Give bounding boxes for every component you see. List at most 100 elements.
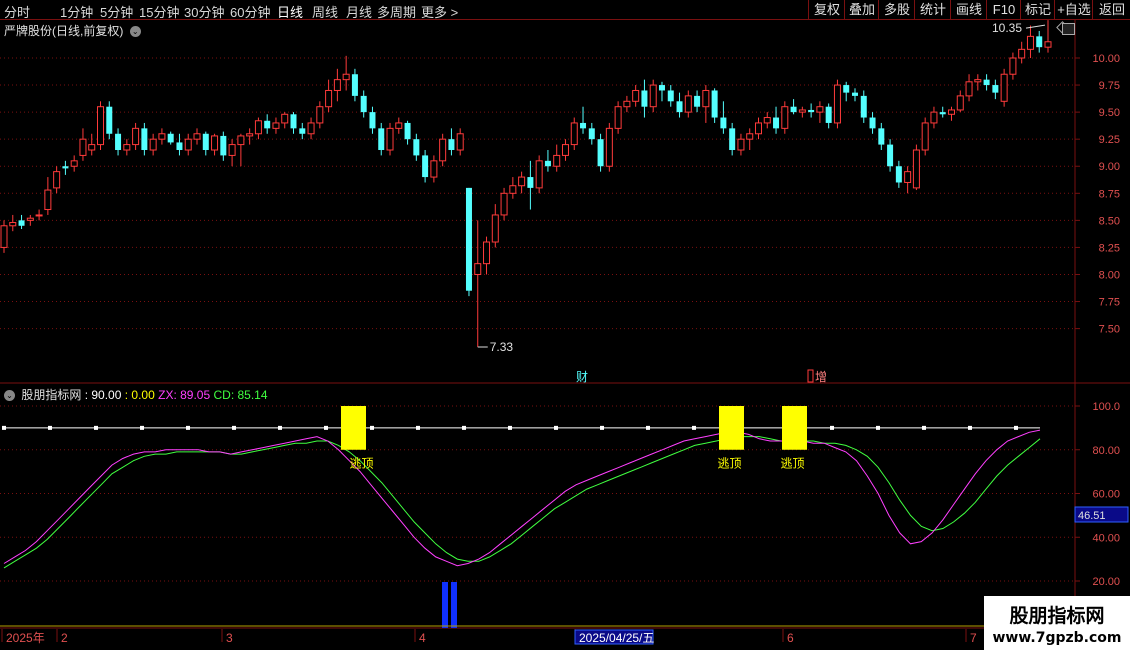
candle bbox=[456, 128, 464, 156]
candle bbox=[1000, 68, 1008, 107]
level-90-dot bbox=[830, 425, 834, 430]
bottom-signal-bar bbox=[451, 582, 457, 628]
candle bbox=[202, 131, 209, 156]
candle bbox=[62, 160, 69, 175]
level-90-dot bbox=[554, 425, 558, 430]
escape-top-label: 逃顶 bbox=[717, 456, 741, 470]
candle bbox=[887, 139, 894, 172]
period-tab[interactable]: 日线 bbox=[277, 2, 303, 21]
candle bbox=[307, 117, 315, 140]
period-toolbar: 分时 1分钟 5分钟 15分钟 30分钟 60分钟 日线 周线 月线 多周期 更多 > 复权 叠加 多股统… bbox=[0, 0, 1130, 20]
date-axis-label: 4 bbox=[419, 631, 426, 645]
candle bbox=[816, 101, 824, 123]
escape-top-signal: 逃顶 bbox=[780, 406, 807, 470]
candle bbox=[676, 92, 683, 118]
level-90-dot bbox=[646, 425, 650, 430]
level-90-dot bbox=[370, 425, 374, 430]
period-tab[interactable]: 60分钟 bbox=[230, 2, 270, 21]
period-tab[interactable]: 1分钟 bbox=[60, 2, 93, 21]
candle bbox=[947, 106, 955, 121]
candle bbox=[106, 101, 113, 140]
candle bbox=[44, 177, 52, 215]
candle bbox=[325, 79, 333, 113]
candle bbox=[974, 74, 982, 91]
toolbar-button[interactable]: F10 bbox=[986, 0, 1021, 19]
level-90-dot bbox=[968, 425, 972, 430]
candle bbox=[299, 122, 306, 140]
candle bbox=[53, 166, 61, 194]
indicator-tick-label: 20.00 bbox=[1092, 576, 1120, 588]
candle bbox=[790, 99, 797, 115]
date-axis-label-group: 2025/04/25/五 bbox=[574, 629, 654, 645]
candle bbox=[0, 220, 8, 253]
high-price-label: 10.35 bbox=[992, 21, 1022, 35]
level-90-dot bbox=[416, 425, 420, 430]
toolbar-button[interactable]: 统计 bbox=[914, 0, 951, 19]
period-tab[interactable]: 更多 > bbox=[421, 2, 458, 21]
indicator-tick-label: 100.0 bbox=[1092, 401, 1120, 413]
toolbar-button[interactable]: 标记 bbox=[1020, 0, 1055, 19]
date-axis-label: 2025/04/25/五 bbox=[579, 631, 654, 645]
date-axis-label-group: 6 bbox=[782, 629, 794, 645]
chevron-down-icon[interactable]: ⌄ bbox=[4, 390, 15, 402]
level-90-dot bbox=[186, 425, 190, 430]
candle bbox=[491, 204, 499, 248]
candle bbox=[860, 90, 867, 123]
escape-top-signal: 逃顶 bbox=[717, 406, 744, 470]
period-tab[interactable]: 5分钟 bbox=[100, 2, 133, 21]
period-tab[interactable]: 月线 bbox=[346, 2, 372, 21]
period-tab[interactable]: 15分钟 bbox=[139, 2, 179, 21]
label-layer: 10.00 9.75 9.50 9.25 9.00 8.75 8.50 8.25 8.00 7.7… bbox=[1, 21, 1129, 645]
toolbar-button[interactable]: 画线 bbox=[950, 0, 987, 19]
toolbar-button[interactable]: +自选 bbox=[1054, 0, 1093, 19]
candle bbox=[264, 114, 271, 134]
panel-expand-icon[interactable] bbox=[1062, 23, 1075, 35]
candle bbox=[965, 74, 973, 102]
toolbar-button[interactable]: 返回 bbox=[1092, 0, 1130, 19]
period-tab[interactable]: 30分钟 bbox=[184, 2, 224, 21]
candle bbox=[992, 79, 999, 100]
candle bbox=[1044, 20, 1052, 53]
high-pointer bbox=[1025, 24, 1046, 29]
level-90-dot bbox=[2, 425, 6, 430]
candle bbox=[386, 122, 394, 156]
stock-title: 严牌股份(日线,前复权) bbox=[4, 24, 124, 38]
candle bbox=[702, 85, 710, 123]
candle bbox=[1026, 25, 1034, 58]
period-tab[interactable]: 分时 bbox=[4, 2, 30, 21]
price-tick-label: 9.00 bbox=[1099, 161, 1120, 173]
candle bbox=[272, 117, 280, 134]
price-tick-label: 9.25 bbox=[1099, 134, 1120, 146]
candle bbox=[1018, 41, 1026, 64]
period-tab[interactable]: 周线 bbox=[312, 2, 338, 21]
date-axis-label-group: 3 bbox=[221, 629, 233, 645]
toolbar-button[interactable]: 叠加 bbox=[844, 0, 879, 19]
period-tab[interactable]: 多周期 bbox=[377, 2, 416, 21]
level-90-dot bbox=[876, 425, 880, 430]
candle bbox=[70, 155, 78, 172]
toolbar-button[interactable]: 复权 bbox=[808, 0, 845, 19]
price-tick-label: 8.00 bbox=[1099, 269, 1120, 281]
candle bbox=[912, 144, 920, 191]
candle bbox=[580, 106, 587, 134]
date-axis-label-group: 2025年 bbox=[1, 629, 45, 645]
candle bbox=[754, 117, 762, 140]
candle bbox=[26, 214, 34, 226]
candle bbox=[422, 150, 429, 183]
zx-value: ZX: 89.05 bbox=[158, 388, 211, 402]
toolbar-button[interactable]: 多股 bbox=[878, 0, 915, 19]
candle bbox=[851, 88, 858, 102]
candle bbox=[220, 131, 227, 161]
candle bbox=[570, 117, 578, 151]
candle bbox=[561, 139, 569, 161]
indicator-name: 股朋指标网 bbox=[21, 388, 82, 402]
date-axis-label: 6 bbox=[787, 631, 794, 645]
candle bbox=[378, 122, 385, 156]
kline-chart: 逃顶 逃顶 逃顶 10.00 9.75 9.50 9.25 9.00 8.75 8.50 8.25… bbox=[0, 20, 1130, 645]
chevron-down-icon[interactable]: ⌄ bbox=[129, 26, 141, 38]
candle bbox=[773, 106, 780, 134]
candle bbox=[694, 90, 701, 113]
candle bbox=[167, 131, 174, 145]
candle bbox=[869, 112, 876, 134]
candle bbox=[290, 112, 297, 134]
